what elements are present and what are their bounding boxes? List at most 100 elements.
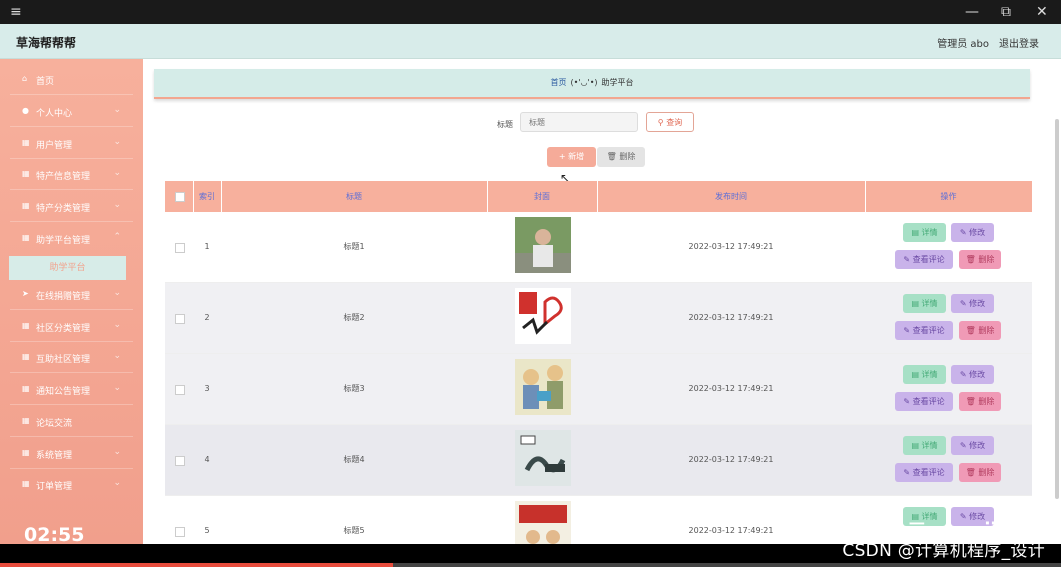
sidebar-item-aid-platform[interactable]: ▦ 助学平台管理 ⌃ [0, 224, 143, 254]
logout-link[interactable]: 退出登录 [999, 35, 1039, 50]
grid-icon: ▦ [22, 233, 30, 242]
chevron-down-icon: ⌄ [113, 288, 121, 298]
delete-button[interactable]: 🗑 删除 [959, 392, 1001, 411]
doc-icon: ▤ [911, 228, 919, 237]
query-button[interactable]: ⚲ 查询 [646, 112, 694, 132]
row-time: 2022-03-12 17:49:21 [688, 242, 774, 251]
delete-button[interactable]: 🗑 删除 [959, 321, 1001, 340]
sidebar-item-community[interactable]: ▦ 互助社区管理 ⌄ [0, 343, 143, 373]
add-button[interactable]: + 新增 [547, 147, 596, 167]
sidebar-item-specialty-category[interactable]: ▦ 特产分类管理 ⌄ [0, 192, 143, 222]
detail-button[interactable]: ▤ 详情 [903, 223, 946, 242]
select-all-checkbox[interactable] [175, 192, 185, 202]
hamburger-icon[interactable]: ≡ [10, 5, 22, 19]
grid-icon: ▦ [22, 169, 30, 178]
trash-icon: 🗑 [965, 326, 976, 335]
search-label: 标题 [497, 120, 513, 129]
video-progress-fill [0, 563, 393, 567]
sidebar-item-notice[interactable]: ▦ 通知公告管理 ⌄ [0, 375, 143, 405]
header-actions: 操作 [940, 192, 957, 201]
chevron-down-icon: ⌄ [113, 105, 121, 115]
row-actions: ▤ 详情 ✎ 修改 ✎ 查看评论 🗑 删除 [895, 283, 1032, 353]
grid-icon: ▦ [22, 448, 30, 457]
breadcrumb: 首页 (•'◡'•) 助学平台 [154, 69, 1030, 99]
batch-delete-button[interactable]: 🗑 删除 [597, 147, 645, 167]
row-time: 2022-03-12 17:49:21 [688, 455, 774, 464]
sidebar: ⌂ 首页 ● 个人中心 ⌄ ▦ 用户管理 ⌄ ▦ 特产信息管理 ⌄ ▦ 特产分类管理 ⌄ ▦ 助学平… [0, 59, 143, 544]
detail-button[interactable]: ▤ 详情 [903, 365, 946, 384]
plus-icon: + [558, 152, 566, 161]
edit-button[interactable]: ✎ 修改 [951, 223, 994, 242]
edit-button[interactable]: ✎ 修改 [951, 436, 994, 455]
sidebar-item-system[interactable]: ▦ 系统管理 ⌄ [0, 439, 143, 469]
delete-button[interactable]: 🗑 删除 [959, 463, 1001, 482]
restore-icon[interactable]: ⧉ [1001, 3, 1011, 21]
row-checkbox[interactable] [175, 456, 185, 466]
watermark: CSDN @计算机程序_设计 [842, 541, 1045, 561]
row-checkbox[interactable] [175, 243, 185, 253]
header-cover[interactable]: 封面 [487, 181, 598, 212]
search-icon: ⚲ [657, 118, 664, 127]
detail-button[interactable]: ▤ 详情 [903, 294, 946, 313]
row-actions: ▤ 详情 ✎ 修改 ✎ 查看评论 🗑 删除 [895, 212, 1032, 282]
row-index: 2 [204, 313, 210, 322]
row-checkbox[interactable] [175, 314, 185, 324]
minimize-icon[interactable]: — [965, 3, 979, 21]
sidebar-item-donation[interactable]: ➤ 在线捐赠管理 ⌄ [0, 280, 143, 310]
grid-icon: ▦ [22, 138, 30, 147]
chevron-down-icon: ⌄ [113, 137, 121, 147]
close-icon[interactable]: ✕ [1036, 3, 1048, 21]
chevron-down-icon: ⌄ [113, 200, 121, 210]
detail-button[interactable]: ▤ 详情 [903, 436, 946, 455]
app-window: 草海帮帮帮 管理员 abo 退出登录 ⌂ 首页 ● 个人中心 ⌄ ▦ 用户管理 ⌄ ▦ 特产… [0, 24, 1061, 544]
user-icon: ● [22, 106, 29, 115]
pencil-icon: ✎ [903, 468, 911, 477]
chevron-up-icon: ⌃ [113, 232, 121, 242]
cover-image [515, 359, 571, 415]
pencil-icon: ✎ [959, 299, 967, 308]
row-time: 2022-03-12 17:49:21 [688, 313, 774, 322]
header-checkbox-cell [165, 181, 194, 212]
sidebar-subitem-aid-platform[interactable]: 助学平台 [9, 256, 126, 280]
sidebar-item-orders[interactable]: ▦ 订单管理 ⌄ [0, 470, 143, 500]
cover-image [515, 288, 571, 344]
row-checkbox[interactable] [175, 385, 185, 395]
sidebar-item-home[interactable]: ⌂ 首页 [0, 65, 143, 95]
sidebar-item-specialty-info[interactable]: ▦ 特产信息管理 ⌄ [0, 160, 143, 190]
scrollbar[interactable] [1055, 119, 1059, 499]
search-input[interactable] [520, 112, 638, 132]
chevron-down-icon: ⌄ [113, 447, 121, 457]
row-title: 标题3 [343, 384, 365, 393]
video-progress-bar[interactable] [0, 563, 1061, 567]
sidebar-item-profile[interactable]: ● 个人中心 ⌄ [0, 97, 143, 127]
header-title[interactable]: 标题 [221, 181, 488, 212]
table-row: 1 标题1 2022-03-12 17:49:21 ▤ 详情 ✎ 修改 ✎ 查看… [165, 212, 1032, 283]
pencil-icon: ✎ [903, 397, 911, 406]
pencil-icon: ✎ [903, 255, 911, 264]
edit-button[interactable]: ✎ 修改 [951, 365, 994, 384]
sidebar-item-users[interactable]: ▦ 用户管理 ⌄ [0, 129, 143, 159]
breadcrumb-home[interactable]: 首页 [550, 78, 566, 87]
row-time: 2022-03-12 17:49:21 [688, 526, 774, 535]
view-comments-button[interactable]: ✎ 查看评论 [895, 463, 953, 482]
delete-button[interactable]: 🗑 删除 [959, 250, 1001, 269]
edit-button[interactable]: ✎ 修改 [951, 294, 994, 313]
view-comments-button[interactable]: ✎ 查看评论 [895, 321, 953, 340]
doc-icon: ▤ [911, 370, 919, 379]
cover-image [515, 501, 571, 544]
view-comments-button[interactable]: ✎ 查看评论 [895, 250, 953, 269]
sidebar-item-forum[interactable]: ▦ 论坛交流 [0, 407, 143, 437]
grid-icon: ▦ [22, 321, 30, 330]
row-checkbox[interactable] [175, 527, 185, 537]
chevron-down-icon: ⌄ [113, 478, 121, 488]
grid-icon: ▦ [22, 416, 30, 425]
video-timer: 02:55 [24, 524, 85, 544]
home-icon: ⌂ [22, 74, 28, 83]
table-row: 2 标题2 2022-03-12 17:49:21 ▤ 详情 ✎ 修改 ✎ 查看… [165, 283, 1032, 354]
breadcrumb-separator: (•'◡'•) [570, 78, 598, 87]
row-index: 5 [204, 526, 210, 535]
pencil-icon: ✎ [959, 228, 967, 237]
header-time[interactable]: 发布时间 [597, 181, 866, 212]
view-comments-button[interactable]: ✎ 查看评论 [895, 392, 953, 411]
sidebar-item-community-category[interactable]: ▦ 社区分类管理 ⌄ [0, 312, 143, 342]
